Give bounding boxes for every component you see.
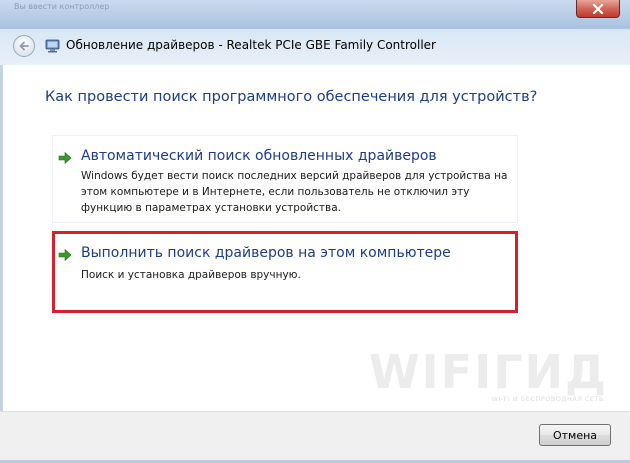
green-arrow-icon [58,248,72,262]
back-arrow-icon [19,41,29,51]
green-arrow-icon [58,151,72,165]
watermark: WIFIГИД WI-FI И БЕСПРОВОДНАЯ СЕТЬ [369,349,608,403]
option-auto-search-description: Windows будет вести поиск последних верс… [81,170,508,214]
cancel-button[interactable]: Отмена [539,424,611,446]
option-auto-search-title: Автоматический поиск обновленных драйвер… [81,148,437,164]
option-auto-search[interactable]: Автоматический поиск обновленных драйвер… [52,135,518,223]
back-button[interactable] [13,35,35,57]
device-manager-icon [45,39,60,53]
update-drivers-window: Вы ввести контроллер Обновление драйверо… [0,0,630,463]
option-browse-computer[interactable]: Выполнить поиск драйверов на этом компью… [52,231,518,313]
option-browse-computer-description: Поиск и установка драйверов вручную. [81,269,301,281]
wizard-footer: Отмена [0,411,630,463]
page-question: Как провести поиск программного обеспече… [45,89,538,105]
left-frame-edge [0,65,3,411]
option-browse-computer-title: Выполнить поиск драйверов на этом компью… [81,245,451,261]
window-frame-top: Вы ввести контроллер [0,0,630,29]
wizard-content: Как провести поиск программного обеспече… [0,65,630,411]
close-button[interactable] [576,0,620,18]
watermark-brand: WIFIГИД [368,345,608,399]
close-icon [592,3,604,14]
background-caption: Вы ввести контроллер [14,2,110,11]
window-title: Обновление драйверов - Realtek PCIe GBE … [66,38,436,52]
wizard-header: Обновление драйверов - Realtek PCIe GBE … [0,29,630,65]
